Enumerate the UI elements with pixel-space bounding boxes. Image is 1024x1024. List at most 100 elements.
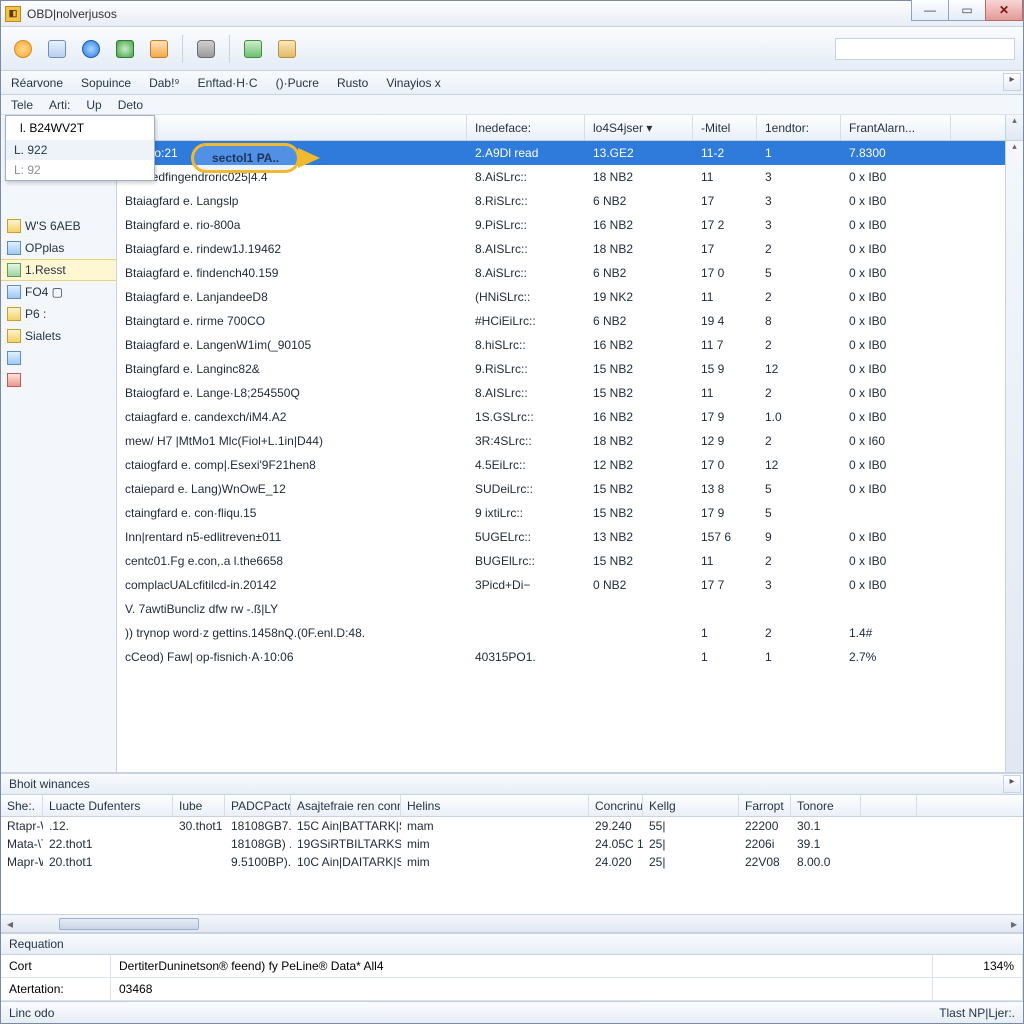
table-row[interactable]: complacUALcfitilcd-in.201423Picd+Di−0 NB… <box>117 573 1005 597</box>
panel-overflow-button[interactable]: ▸ <box>1003 775 1021 793</box>
toolbar-button-globe[interactable] <box>77 35 105 63</box>
submenu-item[interactable]: Tele <box>11 98 33 112</box>
sidebar-item[interactable] <box>1 369 116 391</box>
table-row[interactable]: Btaiogfard e. Lange·L8;254550Q8.AISLrc::… <box>117 381 1005 405</box>
cell: 6 NB2 <box>585 266 693 280</box>
menu-item[interactable]: ()·Pucre <box>276 76 319 90</box>
table-row[interactable]: Btaingtard e. rirme 700CO#HCiEiLrc::6 NB… <box>117 309 1005 333</box>
submenu-item[interactable]: Deto <box>118 98 143 112</box>
toolbar-button-sheet[interactable] <box>111 35 139 63</box>
column-header[interactable]: Asajtefraie ren connt <box>291 795 401 816</box>
table-row[interactable]: Mapr-WDJEPlanente·.iC.20.thot19.5100BP).… <box>1 853 1023 871</box>
column-header[interactable]: PADCPactor <box>225 795 291 816</box>
cell: 17 0 <box>693 458 757 472</box>
table-row[interactable]: Btaingfard e. rio-800a9.PiSLrc::16 NB217… <box>117 213 1005 237</box>
filter-dropdown[interactable]: L. 922 L: 92 <box>5 115 155 181</box>
table-row[interactable]: Btaiagfard e. LangenW1im(_901058.hiSLrc:… <box>117 333 1005 357</box>
dropdown-header[interactable] <box>6 116 154 140</box>
toolbar-button-db[interactable] <box>192 35 220 63</box>
toolbar-button-monitor[interactable] <box>43 35 71 63</box>
menu-item[interactable]: Rusto <box>337 76 368 90</box>
column-header[interactable]: Farropt <box>739 795 791 816</box>
app-icon: ◧ <box>5 6 21 22</box>
sidebar-item[interactable]: 1.Resst <box>1 259 116 281</box>
table-row[interactable]: Btaiagfard e. Langslp8.RiSLrc::6 NB21730… <box>117 189 1005 213</box>
vertical-scrollbar[interactable]: ▴ <box>1005 141 1023 772</box>
column-header[interactable]: lo4S4jser ▾ <box>585 115 693 140</box>
table-row[interactable]: V. 7awtiBuncliz dfw rw -.ß|LY <box>117 597 1005 621</box>
column-header[interactable]: Luacte Dufenters <box>43 795 173 816</box>
dropdown-option[interactable]: L: 92 <box>6 160 154 180</box>
menubar-overflow-button[interactable]: ▸ <box>1003 73 1021 91</box>
column-header[interactable]: Inedeface: <box>467 115 585 140</box>
table-row[interactable]: Rtapr-WD f Shep.12.30.thot118108GB7.12.1… <box>1 817 1023 835</box>
menu-item[interactable]: Réarvone <box>11 76 63 90</box>
table-row[interactable]: Mata-\T'BBP Firepart.id.22.thot118108GB)… <box>1 835 1023 853</box>
submenu-item[interactable]: Up <box>86 98 101 112</box>
cell: 9.PiSLrc:: <box>467 218 585 232</box>
table-row[interactable]: )) trγnop word·z gettins.1458nQ.(0F.enl.… <box>117 621 1005 645</box>
vertical-scrollbar[interactable]: ▴ <box>1005 115 1023 140</box>
menu-item[interactable]: Dab!⁹ <box>149 76 180 90</box>
dropdown-option[interactable]: L. 922 <box>6 140 154 160</box>
column-header[interactable]: -Mitel <box>693 115 757 140</box>
table-row[interactable]: Btaiagfard e. LanjandeeD8(HNiSLrc::19 NK… <box>117 285 1005 309</box>
toolbar-button-home[interactable] <box>9 35 37 63</box>
cell: 2 <box>757 434 841 448</box>
table-row[interactable]: ctaiagfard e. candexch/iM4.A21S.GSLrc::1… <box>117 405 1005 429</box>
table-row[interactable]: ctaiogfard e. comp|.Esexi'9F21hen84.5EiL… <box>117 453 1005 477</box>
cell-name: Btaiagfard e. LangenW1im(_90105 <box>117 338 467 352</box>
column-header[interactable]: FrantAlarn... <box>841 115 951 140</box>
sidebar-item[interactable]: Sialets <box>1 325 116 347</box>
sidebar-item[interactable]: FO4 ▢ <box>1 281 116 303</box>
column-header[interactable] <box>861 795 917 816</box>
scrollbar-thumb[interactable] <box>59 918 199 930</box>
toolbar-button-paste[interactable] <box>273 35 301 63</box>
column-header[interactable] <box>117 115 467 140</box>
close-button[interactable]: ✕ <box>985 0 1023 21</box>
cell: mim <box>401 855 589 869</box>
sidebar-item[interactable]: P6 : <box>1 303 116 325</box>
toolbar-search-input[interactable] <box>835 38 1015 60</box>
sidebar-item[interactable]: W'S 6AEB <box>1 215 116 237</box>
table-row[interactable]: Btaiagfard e. findench40.1598.AiSLrc::6 … <box>117 261 1005 285</box>
cell: 1.0 <box>757 410 841 424</box>
table-row[interactable]: centc01.Fg e.con,.a l.the6658BUGElLrc::1… <box>117 549 1005 573</box>
column-header[interactable]: Helins <box>401 795 589 816</box>
scroll-right-icon[interactable]: ▸ <box>1005 917 1023 931</box>
toolbar-button-figure[interactable] <box>145 35 173 63</box>
column-header[interactable]: She:. <box>1 795 43 816</box>
panel-title-text: Bhoit winances <box>9 777 90 791</box>
cell: 2 <box>757 290 841 304</box>
toolbar-button-run[interactable] <box>239 35 267 63</box>
table-row[interactable]: ctaiepard e. Lang)WnOwE_12SUDeiLrc::15 N… <box>117 477 1005 501</box>
minimize-button[interactable]: — <box>911 0 949 21</box>
menu-item[interactable]: Sopuince <box>81 76 131 90</box>
column-header[interactable]: Iube <box>173 795 225 816</box>
maximize-button[interactable]: ▭ <box>948 0 986 21</box>
table-row[interactable]: Inn|rentard n5-edlitreven±0115UGELrc::13… <box>117 525 1005 549</box>
scroll-left-icon[interactable]: ◂ <box>1 917 19 931</box>
cell: 17 9 <box>693 506 757 520</box>
table-row[interactable]: ctaingfard e. con·fliqu.159 ixtiLrc::15 … <box>117 501 1005 525</box>
menu-item[interactable]: Vinayios x <box>386 76 440 90</box>
column-header[interactable]: Kellg <box>643 795 739 816</box>
column-header[interactable]: Concrinurte <box>589 795 643 816</box>
table-row[interactable]: Btaiagfard e. rindew1J.194628.AISLrc::18… <box>117 237 1005 261</box>
horizontal-scrollbar[interactable]: ◂ ▸ <box>1 914 1023 932</box>
column-header[interactable]: Tonore <box>791 795 861 816</box>
sidebar-item[interactable]: OPplas <box>1 237 116 259</box>
dropdown-input[interactable] <box>14 119 146 137</box>
sidebar-item[interactable] <box>1 347 116 369</box>
submenu-item[interactable]: Arti: <box>49 98 70 112</box>
home-icon <box>14 40 32 58</box>
table-row[interactable]: Btaingfard e. Langinc82&9.RiSLrc::15 NB2… <box>117 357 1005 381</box>
cell: 15 NB2 <box>585 554 693 568</box>
table-row[interactable]: mew/ H7 |MtMo1 Mlc(Fiol+L.1in|D44)3R:4SL… <box>117 429 1005 453</box>
reg-key: Atertation: <box>1 978 111 1000</box>
cell: 16 NB2 <box>585 338 693 352</box>
table-row[interactable]: cCeod) Faw| op-fisnich·A·10:0640315PO1.1… <box>117 645 1005 669</box>
cell: 8.00.0 <box>791 855 861 869</box>
column-header[interactable]: 1endtor: <box>757 115 841 140</box>
menu-item[interactable]: Enftad·H·C <box>198 76 258 90</box>
